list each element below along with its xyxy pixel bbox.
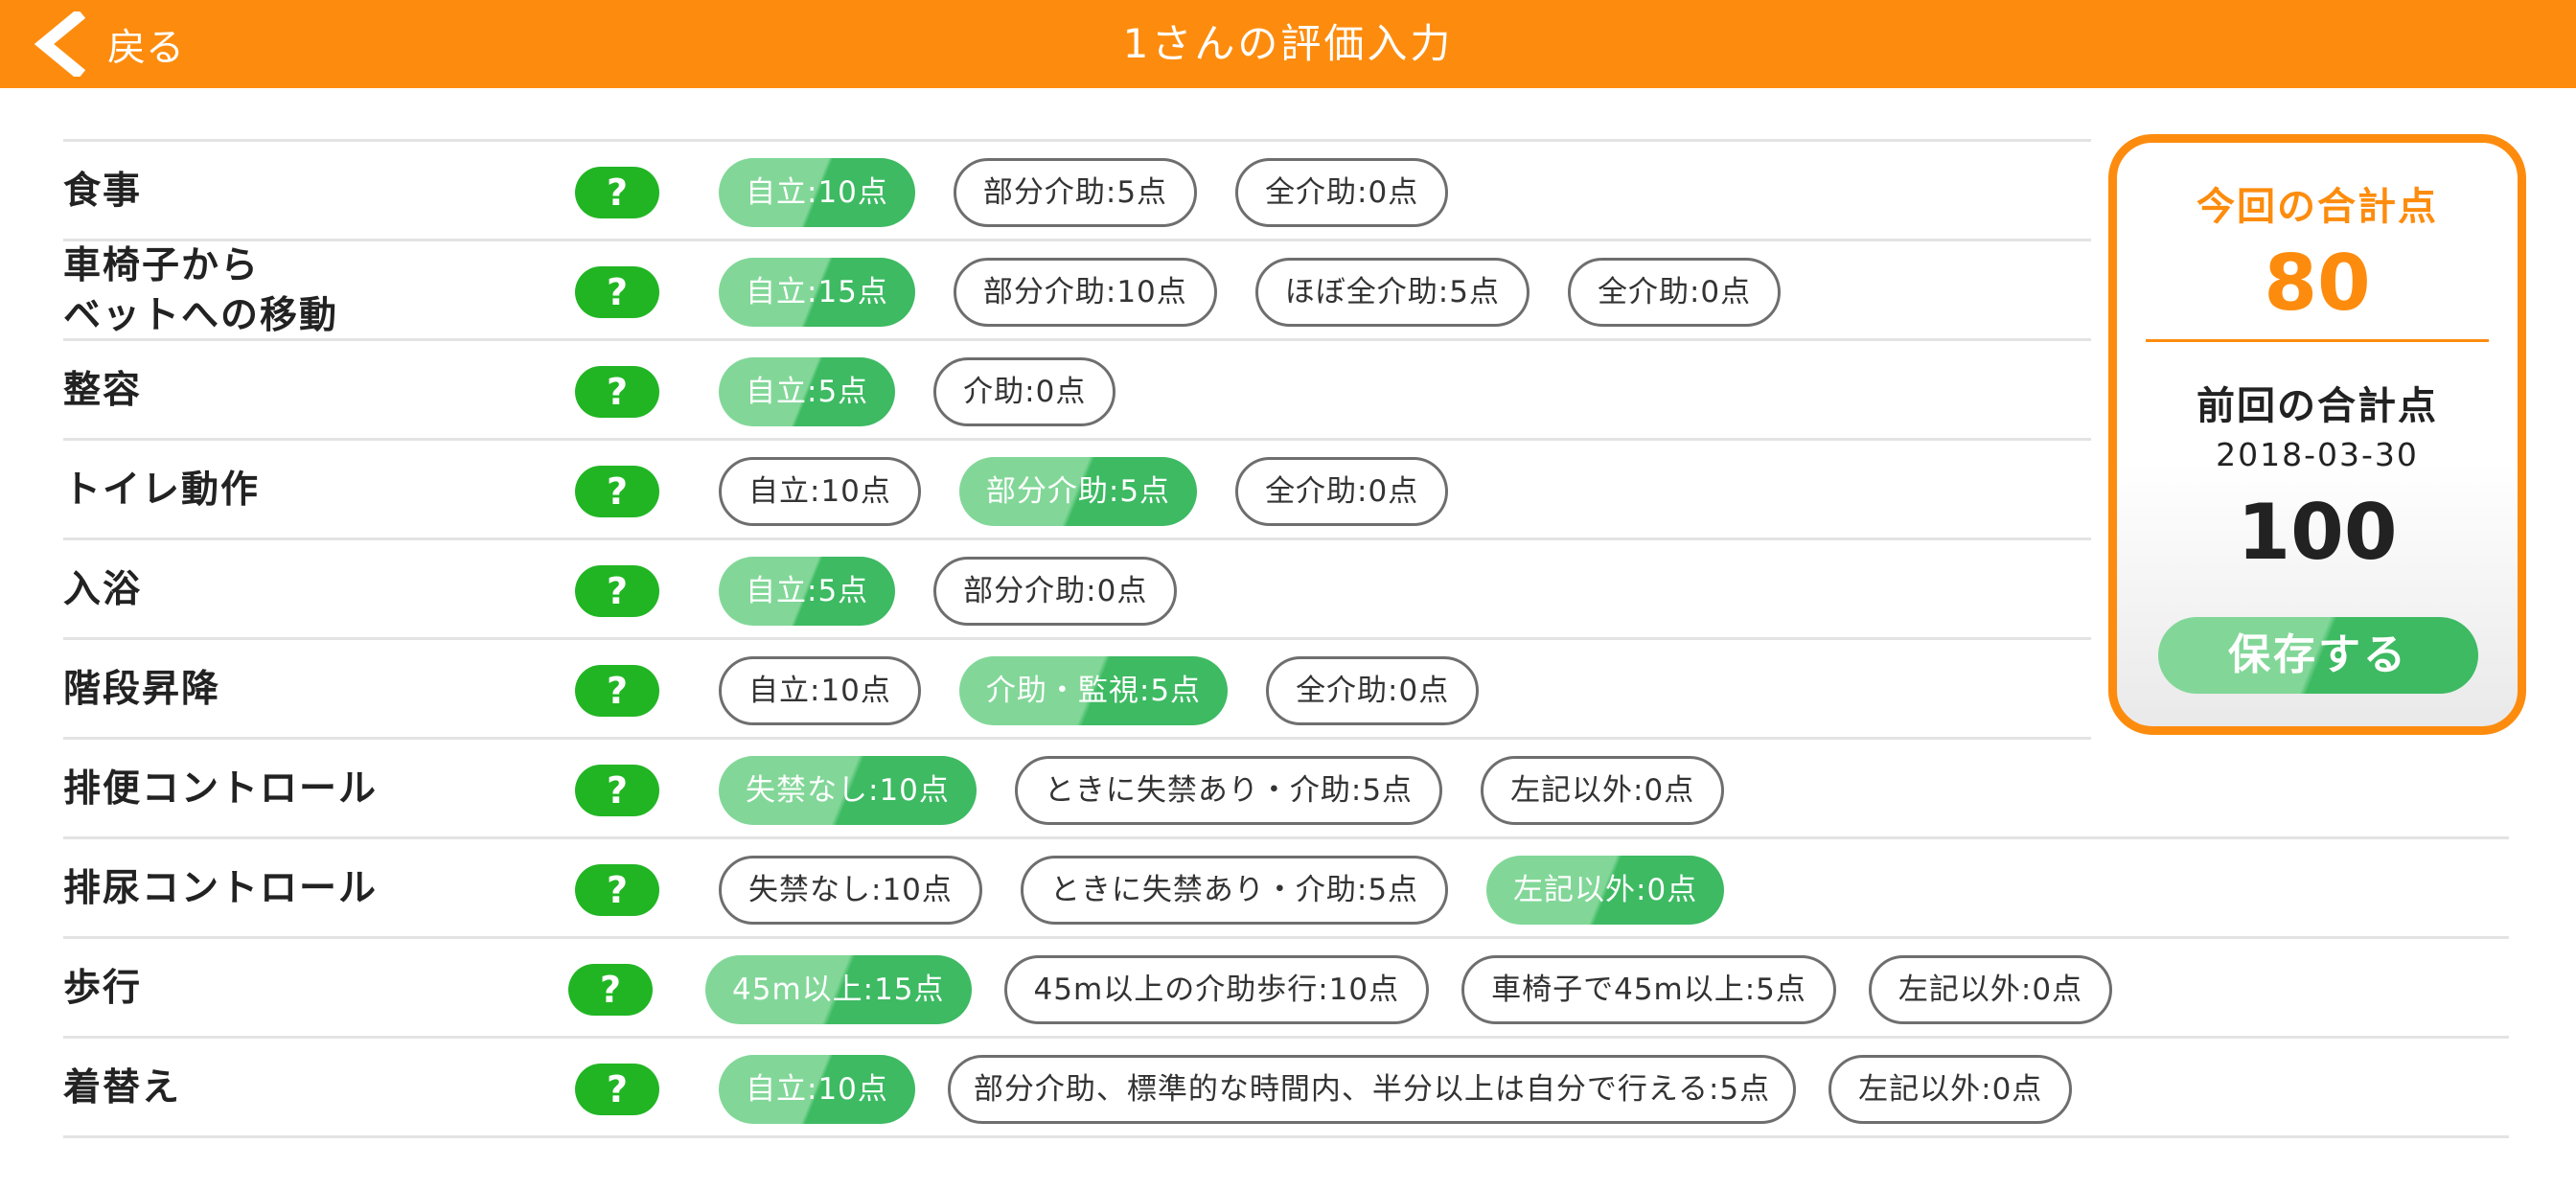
- option-button[interactable]: 左記以外:0点: [1868, 955, 2113, 1024]
- option-button[interactable]: 左記以外:0点: [1481, 756, 1725, 825]
- option-button[interactable]: 45m以上:15点: [705, 955, 972, 1024]
- row-label-line1: 車椅子から: [63, 243, 261, 287]
- row-divider: [63, 936, 2509, 939]
- row-divider: [63, 1036, 2509, 1039]
- current-total-label: 今回の合計点: [2196, 185, 2438, 229]
- current-total-value: 80: [2264, 239, 2371, 328]
- option-button[interactable]: 全介助:0点: [1235, 457, 1449, 526]
- row-label: 階段昇降: [63, 667, 221, 711]
- help-button[interactable]: ?: [575, 266, 659, 318]
- option-button[interactable]: 自立:10点: [719, 158, 915, 227]
- option-group: 失禁なし:10点 ときに失禁あり・介助:5点 左記以外:0点: [719, 756, 1762, 825]
- option-button[interactable]: 自立:5点: [719, 557, 896, 626]
- option-button[interactable]: ときに失禁あり・介助:5点: [1020, 856, 1449, 925]
- row-divider: [63, 338, 2091, 341]
- score-summary-panel: 今回の合計点 80 前回の合計点 2018-03-30 100 保存する: [2108, 134, 2526, 735]
- previous-total-label: 前回の合計点: [2196, 384, 2438, 428]
- option-group: 自立:10点 部分介助:5点 全介助:0点: [719, 457, 1486, 526]
- option-button[interactable]: 全介助:0点: [1266, 656, 1480, 725]
- option-button[interactable]: 全介助:0点: [1235, 158, 1449, 227]
- help-button[interactable]: ?: [575, 466, 659, 517]
- row-label: 車椅子から ベットへの移動: [63, 241, 338, 340]
- option-group: 自立:10点 部分介助:5点 全介助:0点: [719, 158, 1486, 227]
- option-button[interactable]: 部分介助、標準的な時間内、半分以上は自分で行える:5点: [947, 1055, 1797, 1124]
- option-button[interactable]: 失禁なし:10点: [719, 756, 977, 825]
- option-group: 自立:10点 部分介助、標準的な時間内、半分以上は自分で行える:5点 左記以外:…: [719, 1055, 2073, 1124]
- help-button[interactable]: ?: [575, 565, 659, 617]
- option-button[interactable]: 介助:0点: [933, 357, 1116, 426]
- row-divider: [63, 637, 2091, 640]
- row-label: 排便コントロール: [63, 767, 379, 811]
- option-button[interactable]: 45m以上の介助歩行:10点: [1003, 955, 1430, 1024]
- help-button[interactable]: ?: [568, 964, 653, 1016]
- previous-date: 2018-03-30: [2216, 436, 2419, 473]
- row-label-line2: ベットへの移動: [63, 293, 339, 337]
- option-button[interactable]: 介助・監視:5点: [958, 656, 1229, 725]
- option-button[interactable]: 部分介助:10点: [953, 258, 1217, 327]
- row-label: 入浴: [63, 567, 143, 611]
- row-divider: [63, 239, 2091, 241]
- page-title: 1さんの評価入力: [1122, 20, 1454, 67]
- help-button[interactable]: ?: [575, 765, 659, 816]
- row-label: 歩行: [63, 966, 143, 1010]
- help-button[interactable]: ?: [575, 366, 659, 418]
- option-button[interactable]: 自立:5点: [719, 357, 896, 426]
- row-label: トイレ動作: [63, 468, 261, 512]
- save-button[interactable]: 保存する: [2158, 617, 2478, 694]
- app-header: 戻る 1さんの評価入力: [0, 0, 2576, 88]
- row-divider: [63, 1135, 2509, 1138]
- row-label: 整容: [63, 368, 143, 412]
- option-group: 45m以上:15点 45m以上の介助歩行:10点 車椅子で45m以上:5点 左記…: [705, 955, 2113, 1024]
- option-group: 自立:5点 部分介助:0点: [719, 557, 1215, 626]
- option-group: 失禁なし:10点 ときに失禁あり・介助:5点 左記以外:0点: [719, 856, 1762, 925]
- option-button[interactable]: 左記以外:0点: [1486, 856, 1725, 925]
- option-group: 自立:15点 部分介助:10点 ほぼ全介助:5点 全介助:0点: [719, 258, 1819, 327]
- option-group: 自立:5点 介助:0点: [719, 357, 1154, 426]
- option-button[interactable]: 自立:10点: [719, 656, 921, 725]
- option-button[interactable]: 部分介助:5点: [953, 158, 1198, 227]
- help-button[interactable]: ?: [575, 167, 659, 218]
- row-label: 着替え: [63, 1065, 182, 1110]
- help-button[interactable]: ?: [575, 1064, 659, 1115]
- row-divider: [63, 836, 2509, 839]
- option-button[interactable]: 自立:10点: [719, 457, 921, 526]
- option-button[interactable]: 左記以外:0点: [1828, 1055, 2073, 1124]
- row-divider: [63, 538, 2091, 540]
- option-button[interactable]: 失禁なし:10点: [719, 856, 982, 925]
- option-button[interactable]: 自立:10点: [719, 1055, 915, 1124]
- option-group: 自立:10点 介助・監視:5点 全介助:0点: [719, 656, 1517, 725]
- previous-total-value: 100: [2237, 488, 2398, 577]
- row-divider: [63, 438, 2091, 441]
- option-button[interactable]: 部分介助:5点: [958, 457, 1198, 526]
- option-button[interactable]: 自立:15点: [719, 258, 915, 327]
- row-label: 食事: [63, 169, 143, 213]
- option-button[interactable]: 全介助:0点: [1567, 258, 1782, 327]
- help-button[interactable]: ?: [575, 665, 659, 717]
- help-button[interactable]: ?: [575, 864, 659, 916]
- option-button[interactable]: 部分介助:0点: [933, 557, 1178, 626]
- option-button[interactable]: ときに失禁あり・介助:5点: [1014, 756, 1443, 825]
- option-button[interactable]: ほぼ全介助:5点: [1254, 258, 1530, 327]
- row-label: 排尿コントロール: [63, 866, 379, 910]
- summary-divider: [2146, 339, 2489, 342]
- row-divider: [63, 139, 2091, 142]
- option-button[interactable]: 車椅子で45m以上:5点: [1461, 955, 1836, 1024]
